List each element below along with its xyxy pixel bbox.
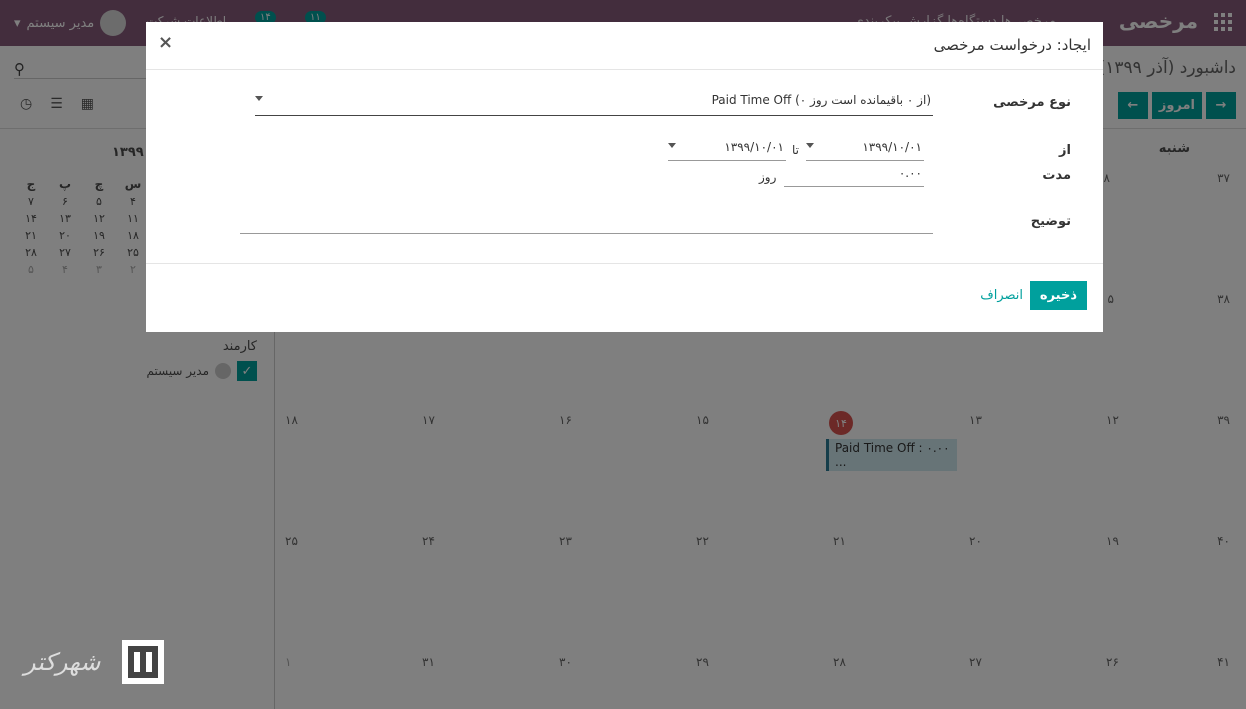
save-button[interactable]: ذخیره (1029, 281, 1087, 310)
modal-title: ایجاد: درخواست مرخصی (933, 36, 1091, 54)
description-input[interactable] (240, 212, 933, 234)
from-date-input[interactable]: ۱۳۹۹/۱۰/۰۱ (806, 140, 924, 161)
watermark-logo: شهرکتر (24, 648, 101, 676)
to-date-value: ۱۳۹۹/۱۰/۰۱ (724, 140, 784, 154)
to-date-input[interactable]: ۱۳۹۹/۱۰/۰۱ (668, 140, 786, 161)
modal-header: ایجاد: درخواست مرخصی × (146, 22, 1103, 70)
cancel-button[interactable]: انصراف (980, 288, 1023, 303)
leave-request-dialog: ایجاد: درخواست مرخصی × نوع مرخصی Paid Ti… (146, 22, 1103, 332)
leave-type-label: نوع مرخصی (993, 95, 1071, 110)
from-label: از (1059, 143, 1071, 158)
to-label: تا (792, 143, 799, 157)
close-icon[interactable]: × (158, 32, 173, 53)
watermark-icon (122, 640, 164, 684)
duration-value: ۰.۰۰ (898, 166, 922, 180)
modal-footer: ذخیره انصراف (146, 264, 1103, 332)
leave-type-select[interactable]: Paid Time Off (۰ از ۰ باقیمانده است روز) (255, 93, 933, 116)
modal-body: نوع مرخصی Paid Time Off (۰ از ۰ باقیماند… (146, 70, 1103, 264)
description-label: توضیح (1030, 214, 1071, 229)
chevron-down-icon (255, 96, 263, 101)
duration-input[interactable]: ۰.۰۰ (784, 166, 924, 187)
duration-label: مدت (1042, 168, 1071, 183)
chevron-down-icon (806, 143, 814, 148)
chevron-down-icon (668, 143, 676, 148)
leave-type-value: Paid Time Off (۰ از ۰ باقیمانده است روز) (711, 93, 931, 107)
from-date-value: ۱۳۹۹/۱۰/۰۱ (862, 140, 922, 154)
duration-unit: روز (759, 170, 777, 184)
